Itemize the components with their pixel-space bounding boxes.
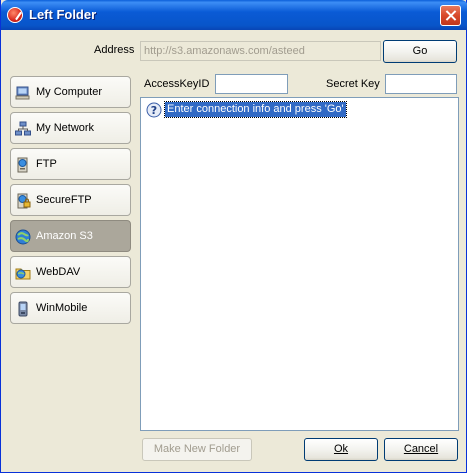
sidebar-item-ftp[interactable]: FTP	[10, 148, 131, 180]
help-icon: ?	[146, 102, 162, 118]
access-key-field[interactable]	[215, 74, 288, 94]
access-key-label: AccessKeyID	[144, 78, 210, 90]
sidebar-item-label: My Computer	[36, 86, 103, 98]
ftp-icon	[17, 157, 28, 173]
sidebar-item-winmobile[interactable]: WinMobile	[10, 292, 131, 324]
ok-button-label: Ok	[333, 443, 349, 455]
svg-text:?: ?	[151, 104, 157, 117]
secure-ftp-icon	[17, 193, 31, 209]
sidebar-item-my-network[interactable]: My Network	[10, 112, 131, 144]
address-label: Address	[94, 44, 135, 56]
window-title: Left Folder	[29, 7, 97, 22]
go-button[interactable]: Go	[383, 40, 457, 63]
ok-button[interactable]: Ok	[304, 438, 378, 461]
sidebar-item-label: Amazon S3	[36, 230, 93, 242]
sidebar-item-label: FTP	[36, 158, 57, 170]
close-button[interactable]	[440, 5, 461, 26]
cancel-button-label: Cancel	[403, 443, 439, 455]
sidebar-item-webdav[interactable]: WebDAV	[10, 256, 131, 288]
tree-item-label: Enter connection info and press 'Go'	[164, 101, 347, 118]
winmobile-icon	[18, 301, 28, 317]
title-bar[interactable]: Left Folder	[1, 0, 467, 30]
webdav-icon	[15, 268, 31, 280]
network-icon	[15, 121, 31, 136]
address-field[interactable]: http://s3.amazonaws.com/asteed	[140, 41, 381, 61]
computer-icon	[15, 86, 30, 100]
sidebar-item-my-computer[interactable]: My Computer	[10, 76, 131, 108]
secret-key-label: Secret Key	[326, 78, 380, 90]
sidebar-item-label: My Network	[36, 122, 95, 134]
app-logo-icon	[7, 7, 23, 23]
dialog-window: Left Folder Address http://s3.amazonaws.…	[0, 0, 467, 473]
sidebar-item-label: WinMobile	[36, 302, 88, 314]
folder-tree[interactable]: ? Enter connection info and press 'Go'	[140, 97, 459, 431]
amazon-s3-icon	[15, 229, 31, 245]
sidebar-item-secureftp[interactable]: SecureFTP	[10, 184, 131, 216]
sidebar-item-label: WebDAV	[36, 266, 81, 278]
sidebar-item-label: SecureFTP	[36, 194, 92, 206]
make-new-folder-button[interactable]: Make New Folder	[142, 438, 252, 461]
sidebar-item-amazon-s3[interactable]: Amazon S3	[10, 220, 131, 252]
secret-key-field[interactable]	[385, 74, 457, 94]
cancel-button[interactable]: Cancel	[384, 438, 458, 461]
